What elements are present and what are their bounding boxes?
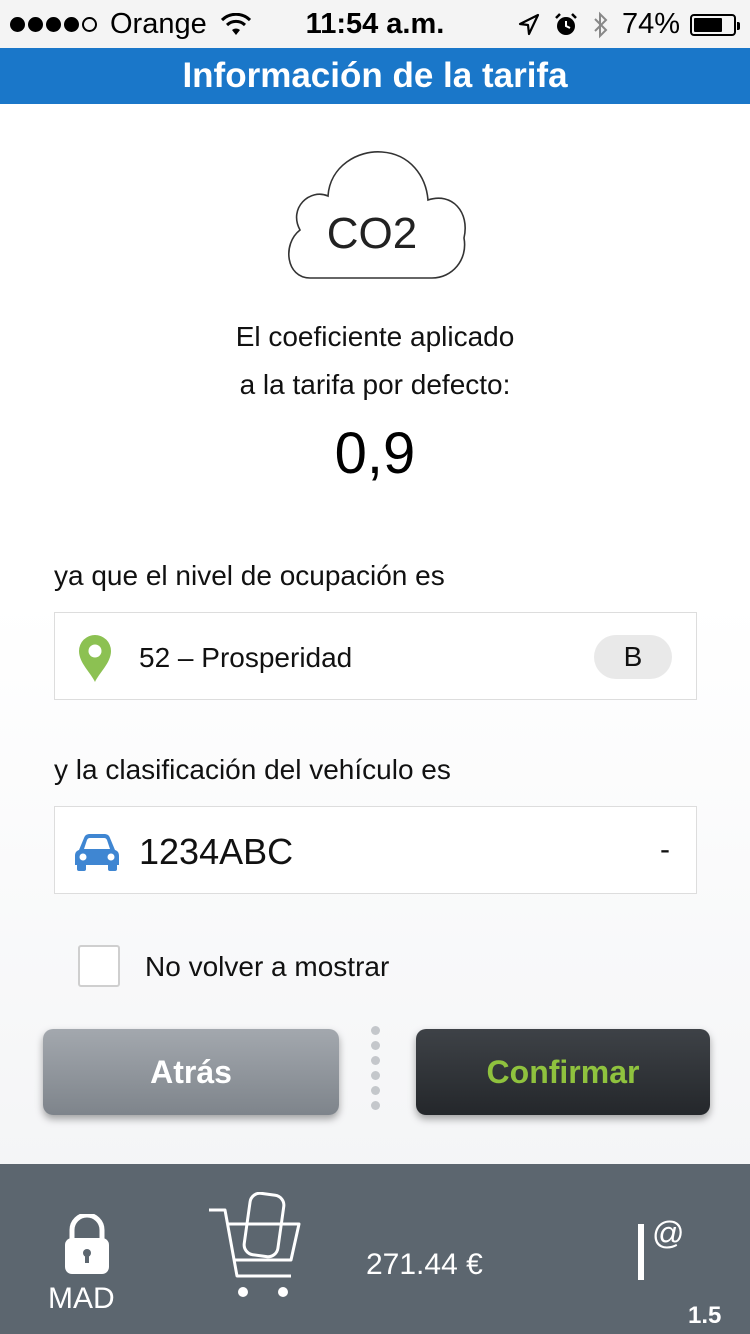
vehicle-label: y la clasificación del vehículo es [54, 754, 451, 785]
back-button[interactable]: Atrás [43, 1029, 339, 1115]
car-icon [75, 834, 119, 871]
bottom-bar: MAD 271.44 € @ 1.5 [0, 1164, 750, 1334]
co2-cloud-icon: CO2 [288, 151, 466, 279]
map-pin-icon [79, 635, 111, 682]
co2-label: CO2 [327, 209, 417, 258]
coefficient-line-2: a la tarifa por defecto: [239, 369, 511, 400]
vehicle-box[interactable]: 1234ABC - [54, 806, 697, 894]
license-plate: 1234ABC [139, 831, 294, 872]
dont-show-again-label[interactable]: No volver a mostrar [145, 951, 389, 983]
status-bar: Orange 11:54 a.m. 74% [0, 0, 750, 48]
balance-amount: 271.44 € [366, 1248, 483, 1281]
occupancy-level-badge: B [594, 635, 672, 679]
battery-percent: 74% [621, 8, 680, 40]
bluetooth-icon [594, 11, 608, 38]
dont-show-again-checkbox[interactable] [78, 945, 120, 987]
zone-name: 52 – Prosperidad [139, 642, 353, 673]
battery-icon [690, 13, 740, 36]
occupancy-box[interactable]: 52 – Prosperidad B [54, 612, 697, 700]
occupancy-label: ya que el nivel de ocupación es [54, 560, 445, 591]
coefficient-value: 0,9 [334, 421, 416, 486]
alarm-icon [555, 12, 577, 35]
confirm-button[interactable]: Confirmar [416, 1029, 710, 1115]
cart-icon[interactable] [205, 1192, 305, 1304]
at-icon[interactable]: @ [632, 1216, 692, 1282]
city-label: MAD [48, 1282, 115, 1315]
vehicle-classification: - [660, 833, 670, 866]
page-title: Información de la tarifa [0, 48, 750, 104]
app-version: 1.5 [688, 1302, 722, 1329]
coefficient-line-1: El coeficiente aplicado [235, 321, 515, 352]
screen: Orange 11:54 a.m. 74% Información de la … [0, 0, 750, 1334]
lock-icon[interactable] [62, 1214, 112, 1276]
svg-text:@: @ [652, 1216, 684, 1251]
location-arrow-icon [518, 13, 540, 35]
button-separator [369, 1026, 381, 1120]
